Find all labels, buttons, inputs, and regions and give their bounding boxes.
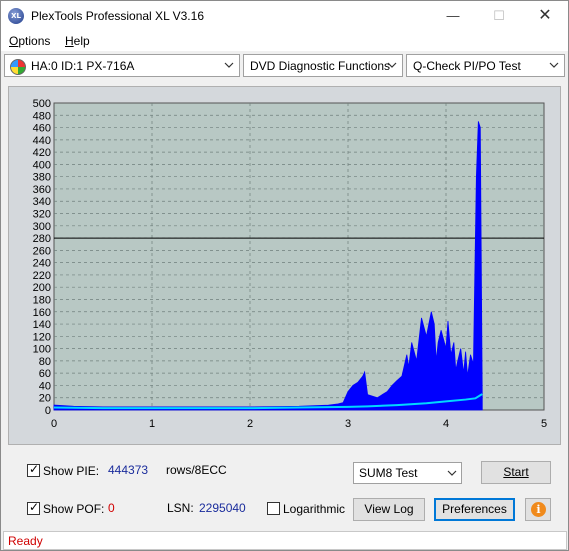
chevron-down-icon — [224, 62, 234, 68]
view-log-button[interactable]: View Log — [353, 498, 425, 521]
check-icon: ✓ — [29, 500, 40, 514]
y-tick-label: 20 — [39, 393, 51, 405]
x-tick-label: 3 — [345, 418, 351, 430]
y-tick-label: 400 — [33, 159, 51, 171]
y-tick-label: 300 — [33, 221, 51, 233]
show-pie-label: Show PIE: — [43, 464, 100, 478]
y-tick-label: 0 — [45, 405, 51, 417]
pie-chart: 0204060801001201401601802002202402602803… — [33, 98, 547, 430]
y-tick-label: 320 — [33, 209, 51, 221]
y-tick-label: 120 — [33, 331, 51, 343]
chevron-down-icon — [447, 470, 457, 476]
lsn-value: 2295040 — [199, 501, 246, 515]
menu-help[interactable]: Help — [65, 34, 90, 48]
y-tick-label: 200 — [33, 282, 51, 294]
y-tick-label: 420 — [33, 147, 51, 159]
rows-label: rows/8ECC — [166, 463, 227, 477]
minimize-button[interactable]: — — [430, 1, 476, 31]
x-tick-label: 4 — [443, 418, 449, 430]
show-pie-checkbox[interactable]: ✓ — [27, 462, 40, 477]
y-tick-label: 260 — [33, 245, 51, 257]
drive-select[interactable]: HA:0 ID:1 PX-716A — [4, 54, 240, 77]
app-logo-icon: XL — [8, 8, 24, 24]
check-icon: ✓ — [29, 462, 40, 476]
y-tick-label: 480 — [33, 110, 51, 122]
chart-panel: 0 20 40 60 80 100 120 140 160 180 200 220 240 260 280 3… — [8, 86, 561, 445]
control-panel: ✓ Show PIE: 444373 rows/8ECC SUM8 Test S… — [1, 450, 568, 532]
test-select[interactable]: Q-Check PI/PO Test — [406, 54, 565, 77]
status-text: Ready — [8, 534, 43, 548]
chevron-down-icon — [387, 62, 397, 68]
pie-value: 444373 — [108, 463, 149, 477]
y-tick-label: 140 — [33, 319, 51, 331]
y-tick-label: 240 — [33, 258, 51, 270]
function-select-value: DVD Diagnostic Functions — [250, 59, 391, 73]
y-tick-label: 80 — [39, 356, 51, 368]
y-tick-label: 220 — [33, 270, 51, 282]
maximize-button[interactable]: ☐ — [476, 1, 522, 31]
y-tick-label: 460 — [33, 123, 51, 135]
start-button[interactable]: Start — [481, 461, 551, 484]
drive-select-value: HA:0 ID:1 PX-716A — [31, 59, 135, 73]
function-select[interactable]: DVD Diagnostic Functions — [243, 54, 403, 77]
x-tick-label: 1 — [149, 418, 155, 430]
close-button[interactable]: ✕ — [522, 1, 568, 31]
status-bar: Ready — [3, 531, 567, 550]
y-tick-label: 100 — [33, 344, 51, 356]
logarithmic-label: Logarithmic — [283, 502, 346, 516]
lsn-label: LSN: — [167, 501, 194, 515]
y-tick-label: 40 — [39, 380, 51, 392]
preferences-button[interactable]: Preferences — [434, 498, 515, 521]
toolbar: HA:0 ID:1 PX-716A DVD Diagnostic Functio… — [1, 52, 568, 80]
y-tick-label: 280 — [33, 233, 51, 245]
y-tick-label: 360 — [33, 184, 51, 196]
y-tick-label: 440 — [33, 135, 51, 147]
test-select-value: Q-Check PI/PO Test — [413, 59, 521, 73]
y-tick-label: 340 — [33, 196, 51, 208]
y-tick-label: 180 — [33, 294, 51, 306]
sum8-test-select[interactable]: SUM8 Test — [353, 462, 462, 484]
show-pof-checkbox[interactable]: ✓ — [27, 500, 40, 515]
window-title: PlexTools Professional XL V3.16 — [31, 9, 204, 23]
show-pof-label: Show POF: — [43, 502, 105, 516]
menu-options[interactable]: Options — [9, 34, 50, 48]
chevron-down-icon — [549, 62, 559, 68]
x-tick-label: 5 — [541, 418, 547, 430]
sum8-test-value: SUM8 Test — [359, 466, 418, 480]
menu-bar: Options Help — [1, 31, 568, 51]
y-tick-label: 60 — [39, 368, 51, 380]
title-bar: XL PlexTools Professional XL V3.16 — ☐ ✕ — [1, 1, 568, 31]
drive-disc-icon — [10, 59, 26, 75]
y-tick-label: 380 — [33, 172, 51, 184]
pof-value: 0 — [108, 501, 115, 515]
info-button[interactable]: i — [525, 498, 551, 521]
y-tick-label: 160 — [33, 307, 51, 319]
y-tick-label: 500 — [33, 98, 51, 110]
logarithmic-checkbox[interactable] — [267, 502, 280, 515]
app-window: XL PlexTools Professional XL V3.16 — ☐ ✕… — [0, 0, 569, 551]
x-tick-label: 0 — [51, 418, 57, 430]
info-icon: i — [531, 502, 546, 517]
x-tick-label: 2 — [247, 418, 253, 430]
